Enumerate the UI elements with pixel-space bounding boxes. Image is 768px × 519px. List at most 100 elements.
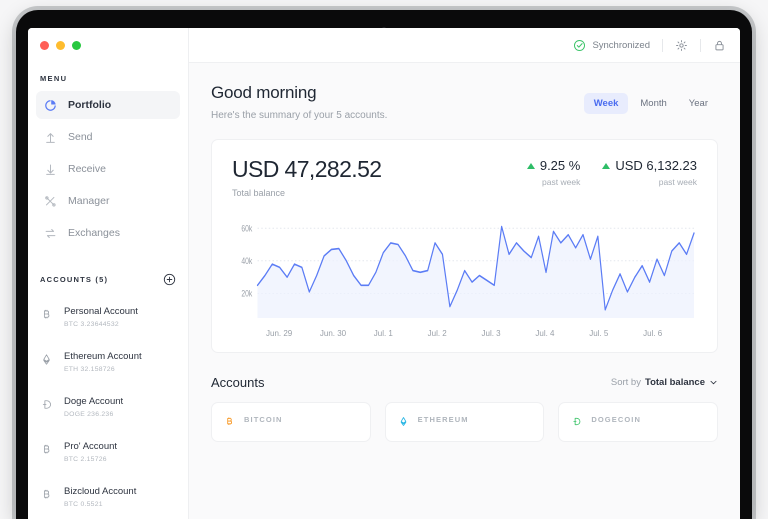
account-card-ethereum[interactable]: ETHEREUM <box>384 402 545 442</box>
sort-by-label: Sort by <box>610 377 641 388</box>
chart-svg: 20k 40k 60k <box>241 223 695 318</box>
arrow-down-icon <box>44 163 57 176</box>
account-card-bitcoin[interactable]: BITCOIN <box>211 402 371 442</box>
sidebar-item-exchanges[interactable]: Exchanges <box>36 219 180 247</box>
account-balance: BTC 3.23644532 <box>64 321 119 328</box>
range-selector: Week Month Year <box>583 93 718 114</box>
balance-stats: USD 47,282.52 Total balance 9.25 % past … <box>232 156 697 199</box>
gear-icon[interactable] <box>675 39 688 52</box>
sidebar-item-receive[interactable]: Receive <box>36 155 180 183</box>
swap-icon <box>44 227 57 240</box>
sidebar-item-label: Exchanges <box>68 227 120 239</box>
sidebar-item-label: Send <box>68 131 93 143</box>
chart-x-tick: Jul. 1 <box>373 329 393 338</box>
window-traffic-lights <box>28 28 188 50</box>
accounts-section-header: ACCOUNTS (5) <box>40 273 176 286</box>
list-item[interactable]: Doge Account DOGE 236.236 <box>28 382 188 427</box>
list-item[interactable]: Personal Account BTC 3.23644532 <box>28 292 188 337</box>
list-item[interactable]: Ethereum Account ETH 32.158726 <box>28 337 188 382</box>
arrow-up-triangle-icon <box>602 162 611 169</box>
divider <box>700 38 701 52</box>
total-balance-label: Total balance <box>232 188 286 198</box>
stat-period: past week <box>542 177 581 187</box>
menu-section-label: MENU <box>40 74 68 83</box>
close-button[interactable] <box>40 41 49 50</box>
account-balance: DOGE 236.236 <box>64 411 114 418</box>
plus-circle-icon[interactable] <box>163 273 176 286</box>
chart-x-axis: Jun. 29 Jun. 30 Jul. 1 Jul. 2 Jul. 3 Jul. 4 Ju… <box>266 329 697 338</box>
account-card-label: BITCOIN <box>244 415 283 424</box>
stat-absolute-change: USD 6,132.23 past week <box>602 158 697 187</box>
tab-month[interactable]: Month <box>630 93 676 114</box>
divider <box>662 38 663 52</box>
main-content: Synchronized Good morning Here's the sum… <box>189 28 740 519</box>
bitcoin-icon <box>40 443 53 457</box>
accounts-list-header: Accounts Sort by Total balance <box>189 353 740 390</box>
tab-year[interactable]: Year <box>679 93 718 114</box>
chart-x-tick: Jul. 2 <box>427 329 447 338</box>
account-name: Doge Account <box>64 396 124 407</box>
app-screen: MENU Portfolio Send Receive Manager Exch… <box>28 28 740 519</box>
tab-week[interactable]: Week <box>583 93 629 114</box>
page-subtitle: Here's the summary of your 5 accounts. <box>211 110 388 121</box>
sidebar-item-send[interactable]: Send <box>36 123 180 151</box>
balance-chart: 20k 40k 60k <box>232 214 697 326</box>
account-card-label: ETHEREUM <box>417 415 469 424</box>
list-item[interactable]: Bizcloud Account BTC 0.5521 <box>28 472 188 517</box>
account-balance: BTC 0.5521 <box>64 501 103 508</box>
ethereum-icon <box>398 414 409 426</box>
chart-x-tick: Jun. 30 <box>319 329 347 338</box>
sync-status: Synchronized <box>573 39 650 52</box>
bitcoin-icon <box>40 488 53 502</box>
chart-x-tick: Jul. 4 <box>535 329 555 338</box>
chart-x-tick: Jul. 6 <box>643 329 663 338</box>
sync-status-label: Synchronized <box>592 39 650 51</box>
dogecoin-icon <box>571 414 582 426</box>
greeting-section: Good morning Here's the summary of your … <box>189 63 740 121</box>
chart-x-tick: Jul. 3 <box>481 329 501 338</box>
chart-x-tick: Jun. 29 <box>266 329 293 338</box>
svg-text:40k: 40k <box>241 256 252 266</box>
accounts-title: Accounts <box>211 375 265 390</box>
stat-percent-change: 9.25 % past week <box>526 158 581 187</box>
bitcoin-icon <box>40 308 53 322</box>
tools-icon <box>44 195 57 208</box>
chevron-down-icon <box>709 378 718 387</box>
svg-text:20k: 20k <box>241 289 252 299</box>
stat-value: USD 6,132.23 <box>615 158 697 173</box>
sidebar: MENU Portfolio Send Receive Manager Exch… <box>28 28 189 519</box>
accounts-count-label: ACCOUNTS (5) <box>40 275 109 284</box>
page-title: Good morning <box>211 83 317 102</box>
arrow-up-icon <box>44 131 57 144</box>
ethereum-icon <box>40 353 53 367</box>
maximize-button[interactable] <box>72 41 81 50</box>
total-balance-value: USD 47,282.52 <box>232 156 382 182</box>
account-name: Personal Account <box>64 306 138 317</box>
list-item[interactable]: Pro' Account BTC 2.15726 <box>28 427 188 472</box>
account-balance: ETH 32.158726 <box>64 366 115 373</box>
balance-card: USD 47,282.52 Total balance 9.25 % past … <box>211 139 718 353</box>
sidebar-item-label: Manager <box>68 195 110 207</box>
sidebar-item-label: Portfolio <box>68 99 112 111</box>
account-name: Bizcloud Account <box>64 486 137 497</box>
minimize-button[interactable] <box>56 41 65 50</box>
pie-chart-icon <box>44 99 57 112</box>
check-circle-icon <box>573 39 586 52</box>
account-name: Pro' Account <box>64 441 118 452</box>
account-card-dogecoin[interactable]: DOGECOIN <box>558 402 719 442</box>
account-balance: BTC 2.15726 <box>64 456 107 463</box>
arrow-up-triangle-icon <box>526 162 535 169</box>
sidebar-item-portfolio[interactable]: Portfolio <box>36 91 180 119</box>
lock-icon[interactable] <box>713 39 726 52</box>
dogecoin-icon <box>40 398 53 412</box>
stat-value: 9.25 % <box>539 158 581 173</box>
sidebar-item-label: Receive <box>68 163 106 175</box>
bitcoin-icon <box>224 414 235 425</box>
chart-x-tick: Jul. 5 <box>589 329 609 338</box>
sort-by-control[interactable]: Sort by Total balance <box>611 377 718 388</box>
svg-text:60k: 60k <box>241 223 252 233</box>
account-name: Ethereum Account <box>64 351 142 362</box>
account-cards: BITCOIN ETHEREUM DOGECOIN <box>189 390 740 442</box>
sort-by-value: Total balance <box>644 377 705 388</box>
sidebar-item-manager[interactable]: Manager <box>36 187 180 215</box>
